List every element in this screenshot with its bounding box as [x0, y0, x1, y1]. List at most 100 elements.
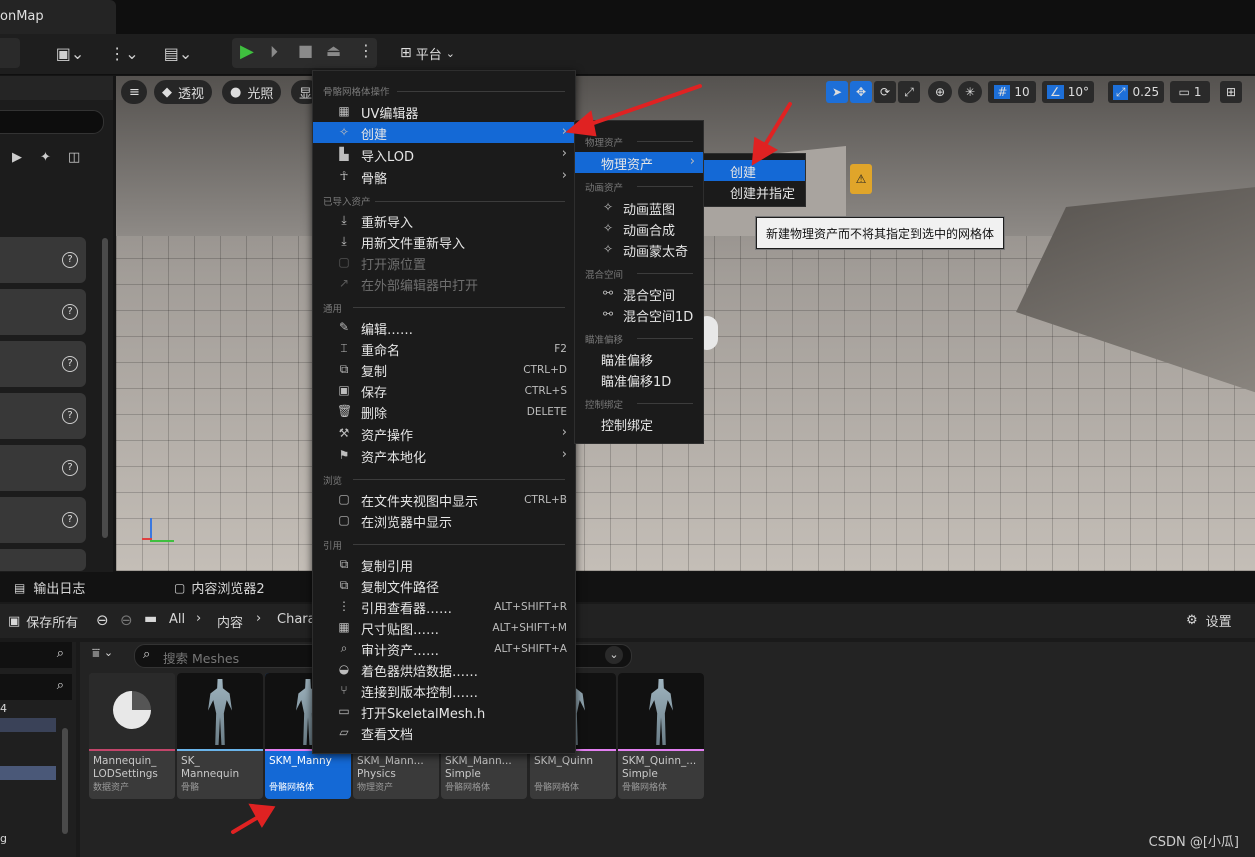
- menu-item-control-rig[interactable]: 控制绑定: [575, 413, 703, 434]
- help-icon[interactable]: ?: [62, 408, 78, 424]
- left-panel-item[interactable]: ?: [0, 237, 86, 283]
- help-icon[interactable]: ?: [62, 460, 78, 476]
- help-icon[interactable]: ?: [62, 304, 78, 320]
- menu-item-physics-create-assign[interactable]: 创建并指定: [704, 181, 805, 202]
- scale-snap-button[interactable]: ⤢ 0.25: [1108, 81, 1164, 103]
- menu-item-shader-cook-data[interactable]: ◒ 着色器烘焙数据……: [313, 659, 575, 681]
- camera-speed-button[interactable]: ▭ 1: [1170, 81, 1210, 103]
- menu-item-blend-space[interactable]: ⚯ 混合空间: [575, 283, 703, 305]
- maximize-viewport-button[interactable]: ⊞: [1220, 81, 1242, 103]
- blueprint-button[interactable]: ⋮⌄: [104, 40, 144, 66]
- help-icon[interactable]: ?: [62, 252, 78, 268]
- menu-item-open-external-editor[interactable]: ↗ 在外部编辑器中打开: [313, 273, 575, 295]
- menu-item-size-map[interactable]: ▦ 尺寸贴图…… ALT+SHIFT+M: [313, 617, 575, 639]
- menu-item-asset-actions[interactable]: ⚒ 资产操作 ›: [313, 423, 575, 444]
- back-icon[interactable]: ⊖: [96, 611, 109, 629]
- tab-content-browser[interactable]: ▢ 内容浏览器2: [174, 578, 265, 598]
- layers-icon[interactable]: ◫: [68, 150, 80, 165]
- menu-item-aim-offset-1d[interactable]: 瞄准偏移1D: [575, 369, 703, 390]
- mode-dropdown[interactable]: [0, 38, 20, 68]
- surface-snap-button[interactable]: ✳: [958, 81, 982, 103]
- platform-button[interactable]: ⊞ 平台 ⌄: [400, 40, 472, 66]
- add-actor-button[interactable]: ▣⌄: [50, 40, 90, 66]
- menu-item-asset-localization[interactable]: ⚑ 资产本地化 ›: [313, 445, 575, 466]
- play-options-icon[interactable]: ⋮: [358, 41, 374, 60]
- left-panel-item[interactable]: ?: [0, 497, 86, 543]
- asset-tile[interactable]: Mannequin_ LODSettings 数据资产: [89, 673, 175, 799]
- forward-icon[interactable]: ⊖: [120, 611, 133, 629]
- stop-icon[interactable]: ■: [298, 41, 313, 60]
- sidebar-item[interactable]: [0, 718, 56, 732]
- menu-item-anim-montage[interactable]: ✧ 动画蒙太奇: [575, 239, 703, 261]
- menu-item-aim-offset[interactable]: 瞄准偏移: [575, 348, 703, 369]
- menu-item-show-in-folder[interactable]: ▢ 在文件夹视图中显示 CTRL+B: [313, 489, 575, 511]
- menu-item-anim-blueprint[interactable]: ✧ 动画蓝图: [575, 197, 703, 219]
- menu-item-reimport[interactable]: ⤓ 重新导入: [313, 210, 575, 232]
- grid-snap-button[interactable]: # 10: [988, 81, 1036, 103]
- menu-item-reimport-new-file[interactable]: ⤓ 用新文件重新导入: [313, 231, 575, 253]
- sparkle-icon[interactable]: ✦: [40, 150, 51, 165]
- menu-item-copy-reference[interactable]: ⧉ 复制引用: [313, 554, 575, 576]
- cinematics-button[interactable]: ▤⌄: [158, 40, 198, 66]
- translate-mode-button[interactable]: ✥: [850, 81, 872, 103]
- left-panel-item[interactable]: ?: [0, 341, 86, 387]
- help-icon[interactable]: ?: [62, 512, 78, 528]
- select-mode-button[interactable]: ➤: [826, 81, 848, 103]
- settings-button[interactable]: ⚙ 设置: [1186, 611, 1232, 630]
- menu-item-import-lod[interactable]: ▙ 导入LOD ›: [313, 144, 575, 165]
- eject-icon[interactable]: ⏏: [326, 41, 341, 60]
- save-all-button[interactable]: ▣ 保存所有: [8, 612, 78, 631]
- left-panel-item[interactable]: ?: [0, 393, 86, 439]
- menu-item-audit-assets[interactable]: ⌕ 审计资产…… ALT+SHIFT+A: [313, 638, 575, 660]
- lighting-mode-button[interactable]: ● 光照: [222, 80, 282, 104]
- menu-item-uv-editor[interactable]: ▦ UV编辑器: [313, 101, 575, 123]
- menu-item-physics-create[interactable]: 创建: [704, 160, 805, 181]
- left-panel-item[interactable]: ?: [0, 445, 86, 491]
- sidebar-scrollbar[interactable]: [62, 728, 68, 834]
- filter-button[interactable]: ⩸ ⌄: [92, 646, 113, 661]
- scale-mode-button[interactable]: ⤢: [898, 81, 920, 103]
- asset-tile[interactable]: SKM_Quinn_... Simple 骨骼网格体: [618, 673, 704, 799]
- chevron-down-icon[interactable]: ⌄: [605, 646, 623, 664]
- menu-item-edit[interactable]: ✎ 编辑……: [313, 317, 575, 339]
- menu-item-rename[interactable]: ⌶ 重命名 F2: [313, 338, 575, 360]
- light-actor-icon[interactable]: ⚠: [850, 164, 872, 194]
- help-icon[interactable]: ?: [62, 356, 78, 372]
- sidebar-search-2[interactable]: ⌕: [0, 674, 72, 700]
- breadcrumb-all[interactable]: All: [169, 612, 185, 627]
- breadcrumb-characters[interactable]: Chara: [277, 612, 316, 627]
- viewport-menu-button[interactable]: ≡: [121, 80, 147, 104]
- asset-tile[interactable]: SK_ Mannequin 骨骼: [177, 673, 263, 799]
- menu-item-create[interactable]: ✧ 创建 ›: [313, 122, 575, 143]
- menu-item-view-docs[interactable]: ▱ 查看文档: [313, 722, 575, 744]
- menu-item-save[interactable]: ▣ 保存 CTRL+S: [313, 380, 575, 402]
- menu-item-open-source-location[interactable]: ▢ 打开源位置: [313, 252, 575, 274]
- menu-item-anim-composite[interactable]: ✧ 动画合成: [575, 218, 703, 240]
- menu-item-reference-viewer[interactable]: ⋮ 引用查看器…… ALT+SHIFT+R: [313, 596, 575, 618]
- menu-item-copy-file-path[interactable]: ⧉ 复制文件路径: [313, 575, 575, 597]
- menu-item-show-in-explorer[interactable]: ▢ 在浏览器中显示: [313, 510, 575, 532]
- play-icon[interactable]: ▶: [240, 41, 254, 62]
- menu-item-blend-space-1d[interactable]: ⚯ 混合空间1D: [575, 304, 703, 326]
- left-panel-scrollbar[interactable]: [102, 238, 108, 538]
- play-media-icon[interactable]: ▶: [12, 150, 22, 165]
- step-icon[interactable]: ⏵: [270, 42, 278, 62]
- menu-item-duplicate[interactable]: ⧉ 复制 CTRL+D: [313, 359, 575, 381]
- menu-item-delete[interactable]: 🗑 删除 DELETE: [313, 401, 575, 423]
- level-tab[interactable]: onMap: [0, 0, 116, 34]
- left-panel-item[interactable]: ?: [0, 289, 86, 335]
- tab-output-log[interactable]: ▤ 输出日志: [14, 578, 85, 598]
- left-panel-search[interactable]: [0, 110, 104, 134]
- left-panel-item[interactable]: [0, 549, 86, 571]
- menu-item-physics-asset[interactable]: 物理资产 ›: [575, 152, 703, 173]
- menu-item-connect-source-control[interactable]: ⑂ 连接到版本控制……: [313, 680, 575, 702]
- sidebar-item-selected[interactable]: [0, 766, 56, 780]
- perspective-button[interactable]: ◆ 透视: [154, 80, 213, 104]
- breadcrumb-content[interactable]: 内容: [217, 612, 243, 631]
- world-local-button[interactable]: ⊕: [928, 81, 952, 103]
- menu-item-skeleton[interactable]: ☥ 骨骼 ›: [313, 166, 575, 187]
- rotate-mode-button[interactable]: ⟳: [874, 81, 896, 103]
- menu-item-open-header[interactable]: ▭ 打开SkeletalMesh.h: [313, 701, 575, 723]
- sidebar-search[interactable]: ⌕: [0, 642, 72, 668]
- rotation-snap-button[interactable]: ∠ 10°: [1042, 81, 1094, 103]
